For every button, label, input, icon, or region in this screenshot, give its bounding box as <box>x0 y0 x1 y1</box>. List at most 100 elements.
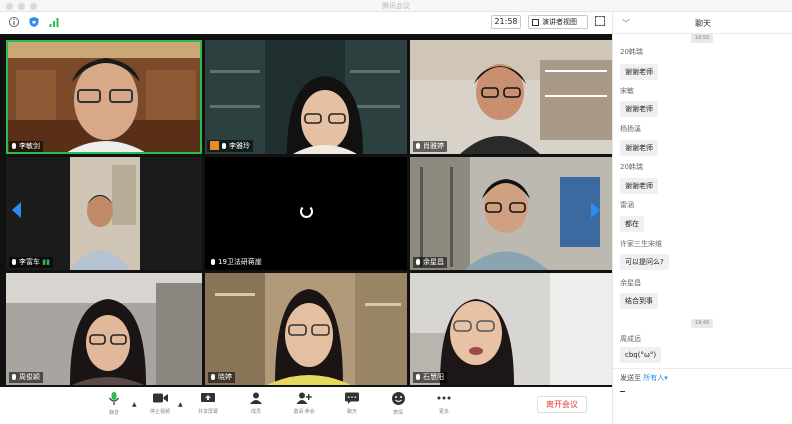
message-sender: 雷涵 <box>620 201 634 209</box>
participant-name: 李富车 <box>19 258 40 266</box>
bottom-toolbar: 静音 ▲ 停止视频 ▲ 共享屏幕 成员 邀请·参会 聊天 表情 更多 <box>0 387 612 424</box>
participant-name: 石慧阳 <box>423 373 444 381</box>
info-icon[interactable] <box>8 16 20 28</box>
participant-label: 周俊颖 <box>9 372 43 383</box>
video-tile-3[interactable]: 肖雅婷 <box>410 40 612 154</box>
microphone-icon <box>12 374 16 380</box>
video-tile-1[interactable]: 李敏剑 <box>6 40 202 154</box>
message-bubble: 可以提问么? <box>620 254 669 270</box>
more-button[interactable]: 更多 <box>424 391 464 421</box>
invite-button[interactable]: 邀请·参会 <box>284 391 324 421</box>
message-sender: 余星昌 <box>620 279 641 287</box>
meeting-clock: 21:58 <box>491 15 521 29</box>
participant-video <box>410 40 612 154</box>
message-sender: 周成远 <box>620 335 641 343</box>
participant-name: 19卫法研蒋崖 <box>218 258 262 266</box>
microphone-icon <box>12 259 16 265</box>
text-cursor <box>620 391 625 392</box>
network-signal-icon <box>49 18 59 27</box>
mute-label: 静音 <box>108 410 119 416</box>
chat-icon <box>345 392 359 404</box>
video-tile-8[interactable]: 晓婷 <box>205 273 407 385</box>
more-icon <box>437 396 451 400</box>
share-screen-button[interactable]: 共享屏幕 <box>188 391 228 421</box>
stop-video-button[interactable]: 停止视频 <box>140 391 180 421</box>
send-to-selector[interactable]: 发送至 所有人▾ <box>620 373 668 383</box>
message-sender: 杨扬溪 <box>620 125 641 133</box>
message-sender: 20韩瑞 <box>620 48 643 56</box>
emoji-icon <box>391 392 405 405</box>
message-sender: 20韩瑞 <box>620 163 643 171</box>
message-bubble: 谢谢老师 <box>620 140 658 156</box>
participant-label: 李敏剑 <box>9 141 43 152</box>
participant-video <box>410 273 612 385</box>
chat-button[interactable]: 聊天 <box>332 391 372 421</box>
fullscreen-icon[interactable] <box>595 16 605 26</box>
participant-label: 19卫法研蒋崖 <box>208 257 265 268</box>
microphone-icon <box>416 259 420 265</box>
title-bar: 腾讯会议 <box>0 0 792 12</box>
emoji-label: 表情 <box>392 410 403 416</box>
video-tile-7[interactable]: 周俊颖 <box>6 273 202 385</box>
members-icon <box>250 392 262 404</box>
video-options-chevron-icon[interactable]: ▲ <box>178 401 183 408</box>
participant-label: 李雅玲 <box>207 140 253 152</box>
message-bubble: 谢谢老师 <box>620 64 658 80</box>
message-bubble: 谢谢老师 <box>620 178 658 194</box>
more-label: 更多 <box>438 409 449 415</box>
window-title: 腾讯会议 <box>382 2 410 10</box>
signal-strength-icon: ▮▮ <box>42 258 50 266</box>
leave-meeting-button[interactable]: 离开会议 <box>537 396 587 413</box>
video-tile-2[interactable]: 李雅玲 <box>205 40 407 154</box>
message-bubble: 谢谢老师 <box>620 101 658 117</box>
chat-panel: ﹀ 聊天 18:50 20韩瑞 谢谢老师 宋敏 谢谢老师 杨扬溪 谢谢老师 20… <box>612 12 792 424</box>
emoji-button[interactable]: 表情 <box>378 391 418 421</box>
next-page-arrow-icon[interactable] <box>591 202 600 218</box>
microphone-icon <box>416 143 420 149</box>
chat-header: ﹀ 聊天 <box>613 12 792 34</box>
participant-name: 李敏剑 <box>19 142 40 150</box>
grid-view-icon <box>532 19 539 26</box>
participant-video <box>6 40 202 154</box>
video-camera-icon <box>152 393 168 403</box>
chat-input-area[interactable]: 发送至 所有人▾ <box>613 368 792 424</box>
chat-label: 聊天 <box>346 409 357 415</box>
message-sender: 许家三生宋维 <box>620 240 662 248</box>
invite-label: 邀请·参会 <box>293 409 315 415</box>
chat-title: 聊天 <box>695 19 711 28</box>
message-bubble: 结合到事 <box>620 293 658 309</box>
stop-video-label: 停止视频 <box>149 409 170 415</box>
participant-label: 李富车 ▮▮ <box>9 257 53 268</box>
microphone-icon <box>211 374 215 380</box>
participant-video <box>410 157 612 270</box>
send-to-label: 发送至 <box>620 374 641 382</box>
microphone-icon <box>12 143 16 149</box>
participant-label: 肖雅婷 <box>413 141 447 152</box>
previous-page-arrow-icon[interactable] <box>12 202 21 218</box>
microphone-icon <box>222 143 226 149</box>
speaker-view-label: 演讲者视图 <box>542 18 577 26</box>
audio-options-chevron-icon[interactable]: ▲ <box>132 401 137 408</box>
chat-timestamp: 19:49 <box>691 319 713 328</box>
send-to-recipient[interactable]: 所有人▾ <box>643 374 668 382</box>
video-tile-9[interactable]: 石慧阳 <box>410 273 612 385</box>
participant-video <box>205 273 407 385</box>
microphone-icon <box>416 374 420 380</box>
participant-video <box>6 273 202 385</box>
participant-name: 周俊颖 <box>19 373 40 381</box>
video-tile-6[interactable]: 余星昌 <box>410 157 612 270</box>
participant-name: 晓婷 <box>218 373 232 381</box>
message-sender: 宋敏 <box>620 87 634 95</box>
participant-name: 李雅玲 <box>229 142 250 150</box>
microphone-icon <box>211 259 215 265</box>
security-shield-icon[interactable] <box>28 16 40 28</box>
loading-spinner-icon <box>300 205 313 218</box>
participant-label: 余星昌 <box>413 257 447 268</box>
message-bubble: cbq(°ω°) <box>620 347 662 363</box>
video-tile-4[interactable]: 李富车 ▮▮ <box>6 157 202 270</box>
microphone-icon <box>109 392 119 405</box>
members-button[interactable]: 成员 <box>236 391 276 421</box>
speaker-view-button[interactable]: 演讲者视图 <box>528 15 588 29</box>
mute-button[interactable]: 静音 <box>94 391 134 421</box>
share-screen-icon <box>201 393 215 402</box>
